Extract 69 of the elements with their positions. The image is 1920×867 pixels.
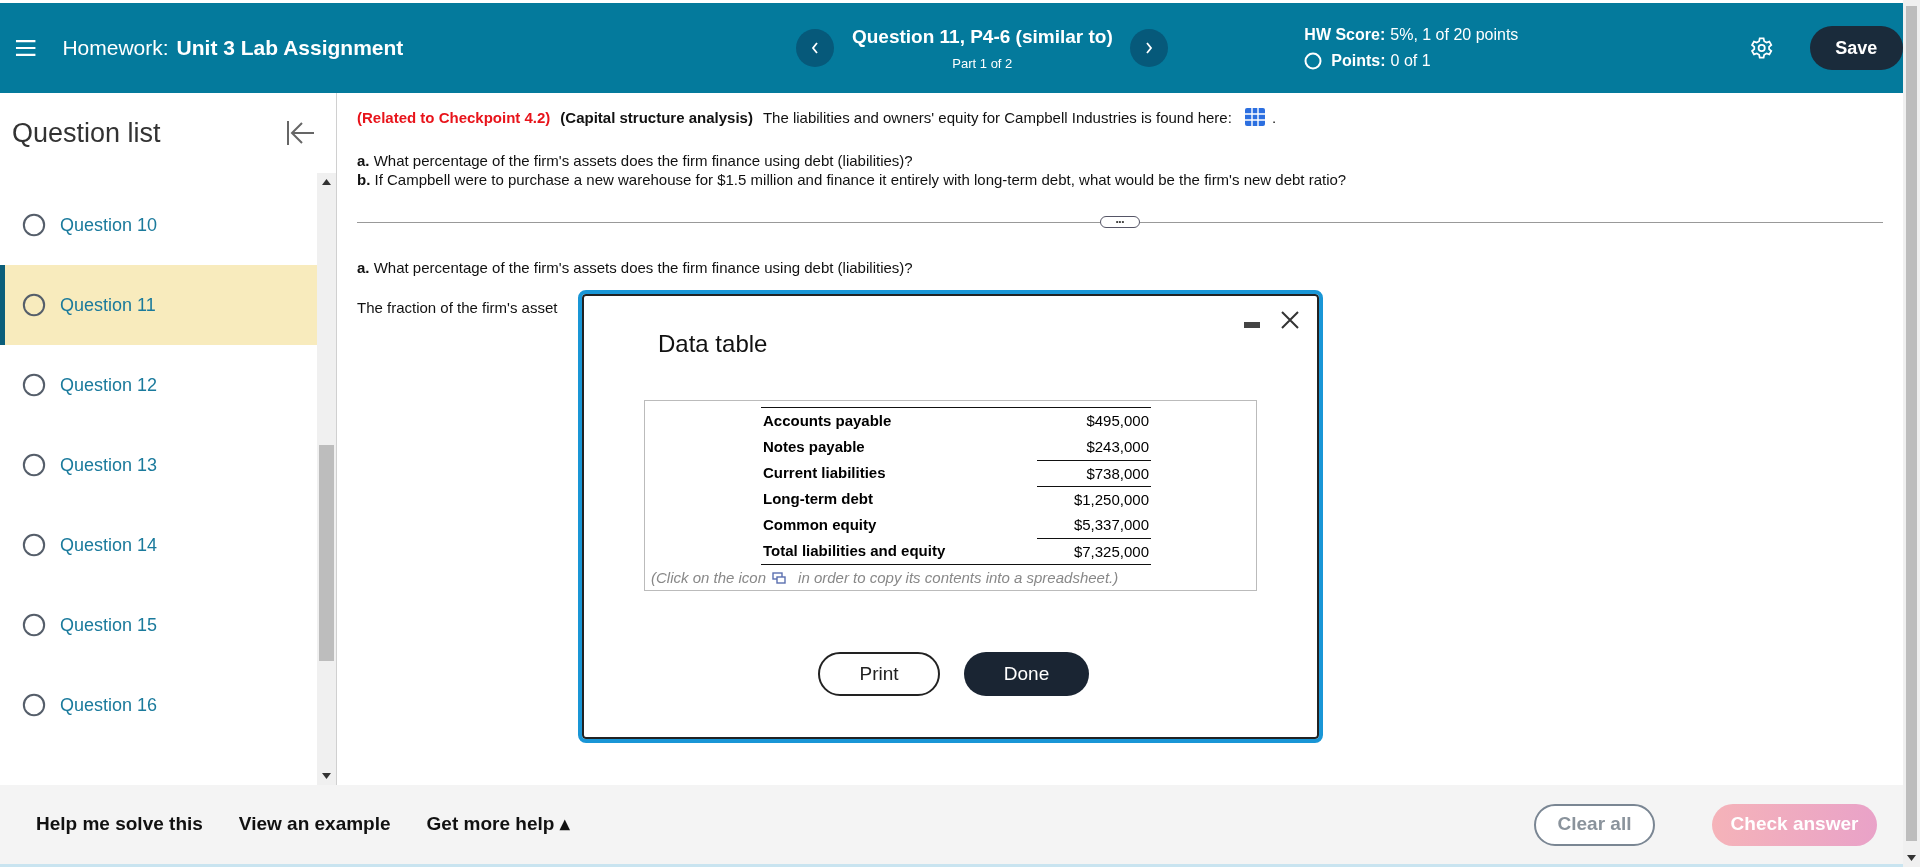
close-icon[interactable]	[1280, 310, 1300, 330]
window-scrollbar[interactable]	[1903, 0, 1920, 867]
question-list-title: Question list	[12, 116, 161, 150]
status-circle-icon	[22, 693, 46, 717]
status-circle-icon	[22, 613, 46, 637]
settings-icon[interactable]	[1750, 36, 1774, 60]
sidebar-scrollbar[interactable]	[317, 173, 336, 785]
hw-score-value: 5%, 1 of 20 points	[1390, 25, 1519, 45]
question-list-item[interactable]: Question 15	[0, 585, 317, 665]
related-checkpoint-text: (Related to Checkpoint 4.2)	[357, 107, 551, 127]
scroll-up-icon[interactable]	[322, 179, 331, 185]
intro-period: .	[1271, 107, 1277, 127]
table-cell-text: Current liabilities	[762, 462, 887, 483]
homework-title: Unit 3 Lab Assignment	[176, 35, 404, 62]
status-circle-icon	[22, 213, 46, 237]
table-cell-text: $243,000	[1085, 437, 1150, 457]
status-circle-icon	[22, 373, 46, 397]
chevron-left-icon	[811, 42, 820, 54]
question-list-item[interactable]: Question 10	[0, 185, 317, 265]
collapse-panel-icon[interactable]	[286, 119, 316, 147]
points-label: Points:	[1331, 51, 1386, 71]
help-link[interactable]: View an example	[238, 810, 391, 839]
scroll-down-icon[interactable]	[1907, 855, 1916, 861]
question-list-item[interactable]: Question 12	[0, 345, 317, 425]
table-cell: $7,325,000	[1037, 538, 1151, 564]
table-cell: $1,250,000	[1037, 486, 1151, 512]
help-link[interactable]: Get more help ▴	[426, 810, 570, 839]
table-cell-text: Total liabilities and equity	[762, 540, 947, 561]
scrollbar-thumb[interactable]	[1906, 6, 1917, 841]
table-cell-text: $5,337,000	[1072, 515, 1150, 535]
table-cell-text: Long-term debt	[762, 488, 874, 509]
copy-icon[interactable]	[772, 572, 787, 585]
table-cell: $738,000	[1037, 460, 1151, 486]
save-button[interactable]: Save	[1809, 26, 1903, 70]
hw-score-label: HW Score:	[1304, 25, 1386, 45]
scroll-down-icon[interactable]	[322, 773, 331, 779]
table-cell-text: Notes payable	[762, 436, 866, 457]
question-part-text: a. What percentage of the firm's assets does the firm finance using debt (liabilities)?	[357, 151, 914, 170]
status-circle-icon	[22, 533, 46, 557]
question-list-item[interactable]: Question 14	[0, 505, 317, 585]
scrollbar-thumb[interactable]	[319, 445, 334, 661]
table-cell-text: Accounts payable	[762, 410, 893, 431]
copy-instruction-text: in order to copy its contents into a spreadsheet.)	[798, 568, 1119, 588]
topic-text: (Capital structure analysis)	[560, 107, 753, 127]
intro-text: The liabilities and owners' equity for Campbell Industries is found here:	[762, 107, 1232, 127]
question-list-item[interactable]: Question 16	[0, 665, 317, 745]
dialog-title: Data table	[658, 329, 769, 359]
question-title: Question 11, P4-6 (similar to)	[851, 25, 1113, 49]
status-circle-icon	[22, 453, 46, 477]
menu-icon[interactable]	[15, 39, 37, 57]
status-circle-icon	[1304, 52, 1323, 70]
table-cell-text: $495,000	[1085, 411, 1150, 431]
status-circle-icon	[22, 293, 46, 317]
question-part-text: b. If Campbell were to purchase a new warehouse for $1.5 million and finance it entirely with long-term debt, what would be the firm's new debt ratio?	[357, 170, 1348, 189]
question-part-text: a. What percentage of the firm's assets does the firm finance using debt (liabilities)?	[357, 258, 913, 277]
table-cell-text: Common equity	[762, 514, 878, 535]
part-indicator: Part 1 of 2	[952, 54, 1013, 73]
question-list-item[interactable]: Question 13	[0, 425, 317, 505]
question-list-item[interactable]: Question 11	[0, 265, 317, 345]
done-button[interactable]: Done	[964, 652, 1089, 696]
chevron-right-icon	[1145, 42, 1154, 54]
print-button[interactable]: Print	[818, 652, 940, 696]
clear-all-button[interactable]: Clear all	[1534, 803, 1655, 846]
table-icon[interactable]	[1243, 107, 1266, 127]
answer-prompt-text: The fraction of the firm's asset	[357, 298, 558, 317]
points-value: 0 of 1	[1390, 51, 1431, 71]
help-link[interactable]: Help me solve this	[36, 810, 203, 839]
copy-instruction-text: (Click on the icon	[651, 568, 767, 588]
homework-label: Homework:	[62, 35, 169, 62]
